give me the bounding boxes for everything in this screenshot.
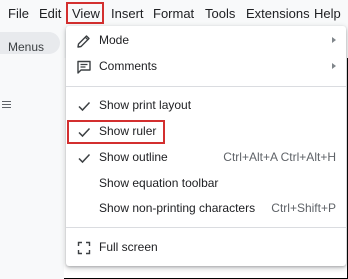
- comments-label: Comments: [99, 59, 158, 73]
- pencil-icon: [77, 35, 90, 48]
- menu-extensions[interactable]: Extensions: [246, 6, 310, 21]
- full-screen-item[interactable]: Full screen: [66, 235, 346, 261]
- outline-icon[interactable]: [2, 101, 11, 102]
- menus-button[interactable]: Menus: [0, 32, 60, 54]
- show-ruler-highlight: [67, 120, 165, 144]
- view-menu-highlight: [66, 2, 104, 24]
- comment-icon: [77, 60, 91, 74]
- menu-divider: [66, 86, 346, 87]
- menu-bar: File Edit View Insert Format Tools Exten…: [0, 0, 348, 28]
- menu-format[interactable]: Format: [153, 6, 194, 21]
- menu-insert[interactable]: Insert: [111, 6, 144, 21]
- comments-item[interactable]: Comments: [66, 54, 346, 80]
- menu-edit[interactable]: Edit: [39, 6, 61, 21]
- show-outline-shortcut: Ctrl+Alt+A Ctrl+Alt+H: [223, 150, 336, 164]
- menu-divider: [66, 227, 346, 228]
- submenu-arrow-icon: [332, 63, 336, 69]
- check-icon: [78, 153, 91, 164]
- view-dropdown-menu: Mode Comments Show print layout Show rul…: [66, 26, 346, 266]
- full-screen-label: Full screen: [99, 240, 158, 254]
- show-equation-toolbar-item[interactable]: Show equation toolbar: [66, 171, 346, 197]
- document-side-panel: [0, 58, 64, 279]
- check-icon: [78, 101, 91, 112]
- fullscreen-icon: [77, 241, 91, 255]
- show-print-layout-item[interactable]: Show print layout: [66, 93, 346, 119]
- show-non-printing-label: Show non-printing characters: [99, 201, 256, 215]
- show-outline-label: Show outline: [99, 150, 168, 164]
- show-equation-toolbar-label: Show equation toolbar: [99, 176, 219, 190]
- show-non-printing-item[interactable]: Show non-printing characters Ctrl+Shift+…: [66, 196, 346, 222]
- show-print-layout-label: Show print layout: [99, 98, 192, 112]
- menu-tools[interactable]: Tools: [205, 6, 235, 21]
- mode-item[interactable]: Mode: [66, 28, 346, 54]
- show-non-printing-shortcut: Ctrl+Shift+P: [271, 201, 336, 215]
- show-outline-item[interactable]: Show outline Ctrl+Alt+A Ctrl+Alt+H: [66, 145, 346, 171]
- menu-help[interactable]: Help: [314, 6, 341, 21]
- mode-label: Mode: [99, 33, 130, 47]
- menus-label: Menus: [8, 40, 45, 54]
- submenu-arrow-icon: [332, 37, 336, 43]
- menu-file[interactable]: File: [8, 6, 29, 21]
